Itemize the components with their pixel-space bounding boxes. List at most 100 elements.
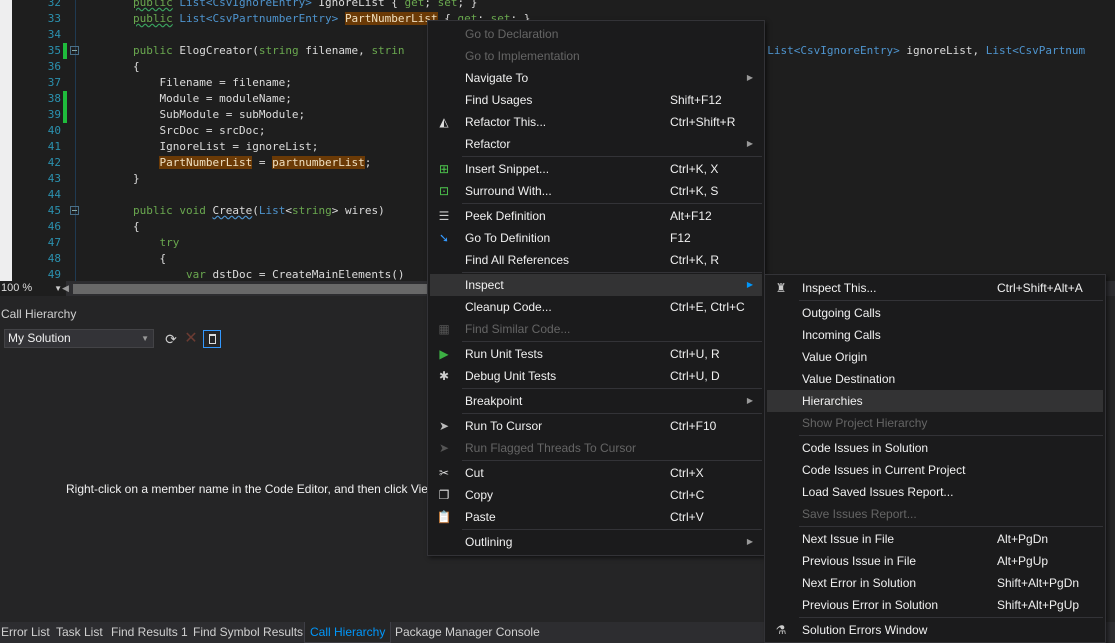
run-icon: ▶ <box>439 347 449 361</box>
code-line[interactable]: { <box>80 219 140 235</box>
code-line[interactable]: Module = moduleName; <box>80 91 292 107</box>
menu-separator <box>799 526 1103 527</box>
code-line[interactable]: SrcDoc = srcDoc; <box>80 123 265 139</box>
menu-item-surround-with[interactable]: ⊡ Surround With... Ctrl+K, S <box>430 180 762 202</box>
menu-item-incoming-calls[interactable]: Incoming Calls <box>767 324 1103 346</box>
code-token: List <box>258 204 286 217</box>
menu-item-breakpoint[interactable]: Breakpoint ▶ <box>430 390 762 412</box>
menu-item-refactor[interactable]: Refactor ▶ <box>430 133 762 155</box>
menu-item-next-issue-in-file[interactable]: Next Issue in File Alt+PgDn <box>767 528 1103 550</box>
menu-item-label: Find All References <box>465 253 570 267</box>
menu-item-save-issues-report: Save Issues Report... <box>767 503 1103 525</box>
menu-item-run-unit-tests[interactable]: ▶ Run Unit Tests Ctrl+U, R <box>430 343 762 365</box>
menu-item-find-all-references[interactable]: Find All References Ctrl+K, R <box>430 249 762 271</box>
menu-item-find-usages[interactable]: Find Usages Shift+F12 <box>430 89 762 111</box>
menu-item-go-to-definition[interactable]: ➘ Go To Definition F12 <box>430 227 762 249</box>
menu-item-shortcut: Ctrl+Shift+R <box>670 115 736 129</box>
menu-item-debug-unit-tests[interactable]: ✱ Debug Unit Tests Ctrl+U, D <box>430 365 762 387</box>
code-line[interactable]: Filename = filename; <box>80 75 291 91</box>
menu-item-inspect-this[interactable]: ♜ Inspect This... Ctrl+Shift+Alt+A <box>767 277 1103 299</box>
line-number: 44 <box>47 188 61 201</box>
code-line[interactable] <box>80 27 133 43</box>
tab-task-list[interactable]: Task List <box>56 622 103 643</box>
line-number: 38 <box>47 92 61 105</box>
refresh-icon[interactable]: ⟳ <box>162 330 180 348</box>
code-line[interactable]: { <box>80 59 140 75</box>
menu-item-refactor-this[interactable]: ◭ Refactor This... Ctrl+Shift+R <box>430 111 762 133</box>
tab-error-list[interactable]: Error List <box>1 622 50 643</box>
menu-item-previous-issue-in-file[interactable]: Previous Issue in File Alt+PgUp <box>767 550 1103 572</box>
menu-item-paste[interactable]: 📋 Paste Ctrl+V <box>430 506 762 528</box>
menu-item-shortcut: Shift+Alt+PgDn <box>997 576 1080 590</box>
menu-item-value-destination[interactable]: Value Destination <box>767 368 1103 390</box>
pane-icon <box>208 334 216 344</box>
code-token: Module = moduleName; <box>132 92 292 105</box>
tab-call-hierarchy[interactable]: Call Hierarchy <box>304 622 392 643</box>
menu-item-code-issues-in-solution[interactable]: Code Issues in Solution <box>767 437 1103 459</box>
code-line[interactable]: IgnoreList = ignoreList; <box>80 139 318 155</box>
collapse-icon[interactable] <box>70 206 79 215</box>
code-line[interactable]: } <box>80 171 140 187</box>
code-line[interactable]: SubModule = subModule; <box>80 107 305 123</box>
code-line[interactable]: public List<CsvIgnoreEntry> IgnoreList {… <box>80 0 477 11</box>
scroll-left-icon[interactable]: ◀ <box>62 283 69 294</box>
code-line[interactable]: public void Create(List<string> wires) <box>80 203 385 219</box>
menu-item-label: Value Destination <box>802 372 896 386</box>
menu-item-value-origin[interactable]: Value Origin <box>767 346 1103 368</box>
collapse-icon[interactable] <box>70 46 79 55</box>
menu-item-run-flagged-threads-to-cursor: ➤ Run Flagged Threads To Cursor <box>430 437 762 459</box>
menu-item-shortcut: Ctrl+K, S <box>670 184 719 198</box>
menu-item-outlining[interactable]: Outlining ▶ <box>430 531 762 553</box>
menu-item-cut[interactable]: ✂ Cut Ctrl+X <box>430 462 762 484</box>
code-token: > wires) <box>331 204 385 217</box>
scope-dropdown[interactable]: My Solution ▼ <box>4 329 154 348</box>
menu-separator <box>462 388 762 389</box>
menu-item-solution-errors-window[interactable]: ⚗ Solution Errors Window <box>767 619 1103 641</box>
menu-item-peek-definition[interactable]: ☰ Peek Definition Alt+F12 <box>430 205 762 227</box>
line-number: 34 <box>47 28 61 41</box>
menu-item-load-saved-issues-report[interactable]: Load Saved Issues Report... <box>767 481 1103 503</box>
menu-item-navigate-to[interactable]: Navigate To ▶ <box>430 67 762 89</box>
menu-separator <box>462 156 762 157</box>
menu-item-label: Find Similar Code... <box>465 322 571 336</box>
toggle-details-pane-button[interactable] <box>203 330 221 348</box>
code-line[interactable]: public ElogCreator(string filename, stri… <box>80 43 405 59</box>
menu-item-previous-error-in-solution[interactable]: Previous Error in Solution Shift+Alt+PgUp <box>767 594 1103 616</box>
menu-item-label: Refactor This... <box>465 115 547 129</box>
menu-item-insert-snippet[interactable]: ⊞ Insert Snippet... Ctrl+K, X <box>430 158 762 180</box>
tab-find-results-1[interactable]: Find Results 1 <box>111 622 188 643</box>
menu-item-hierarchies[interactable]: Hierarchies <box>767 390 1103 412</box>
code-token: = <box>252 156 273 169</box>
chevron-down-icon: ▼ <box>54 284 62 293</box>
menu-item-next-error-in-solution[interactable]: Next Error in Solution Shift+Alt+PgDn <box>767 572 1103 594</box>
outline-guide <box>75 0 76 281</box>
code-line[interactable]: try <box>80 235 179 251</box>
zoom-select[interactable]: 100 % ▼ <box>0 281 66 296</box>
menu-item-label: Breakpoint <box>465 394 523 408</box>
menu-item-outgoing-calls[interactable]: Outgoing Calls <box>767 302 1103 324</box>
menu-item-inspect[interactable]: Inspect ▶ <box>430 274 762 296</box>
menu-item-label: Solution Errors Window <box>802 623 928 637</box>
close-icon[interactable]: ✕ <box>182 330 200 348</box>
code-line[interactable]: { <box>80 251 166 267</box>
line-number: 39 <box>47 108 61 121</box>
tab-find-symbol-results[interactable]: Find Symbol Results <box>193 622 303 643</box>
code-line[interactable]: PartNumberList = partnumberList; <box>80 155 371 171</box>
code-token: SrcDoc = srcDoc; <box>132 124 266 137</box>
menu-item-label: Insert Snippet... <box>465 162 550 176</box>
line-number: 35 <box>47 44 61 57</box>
menu-item-label: Paste <box>465 510 496 524</box>
menu-item-run-to-cursor[interactable]: ➤ Run To Cursor Ctrl+F10 <box>430 415 762 437</box>
menu-item-label: Peek Definition <box>465 209 546 223</box>
menu-item-copy[interactable]: ❐ Copy Ctrl+C <box>430 484 762 506</box>
tab-package-manager-console[interactable]: Package Manager Console <box>395 622 540 643</box>
code-line[interactable] <box>80 187 133 203</box>
menu-item-cleanup-code[interactable]: Cleanup Code... Ctrl+E, Ctrl+C <box>430 296 762 318</box>
change-marker <box>63 43 67 59</box>
menu-item-label: Debug Unit Tests <box>465 369 557 383</box>
horizontal-scrollbar[interactable] <box>73 284 428 294</box>
menu-item-code-issues-in-current-project[interactable]: Code Issues in Current Project <box>767 459 1103 481</box>
